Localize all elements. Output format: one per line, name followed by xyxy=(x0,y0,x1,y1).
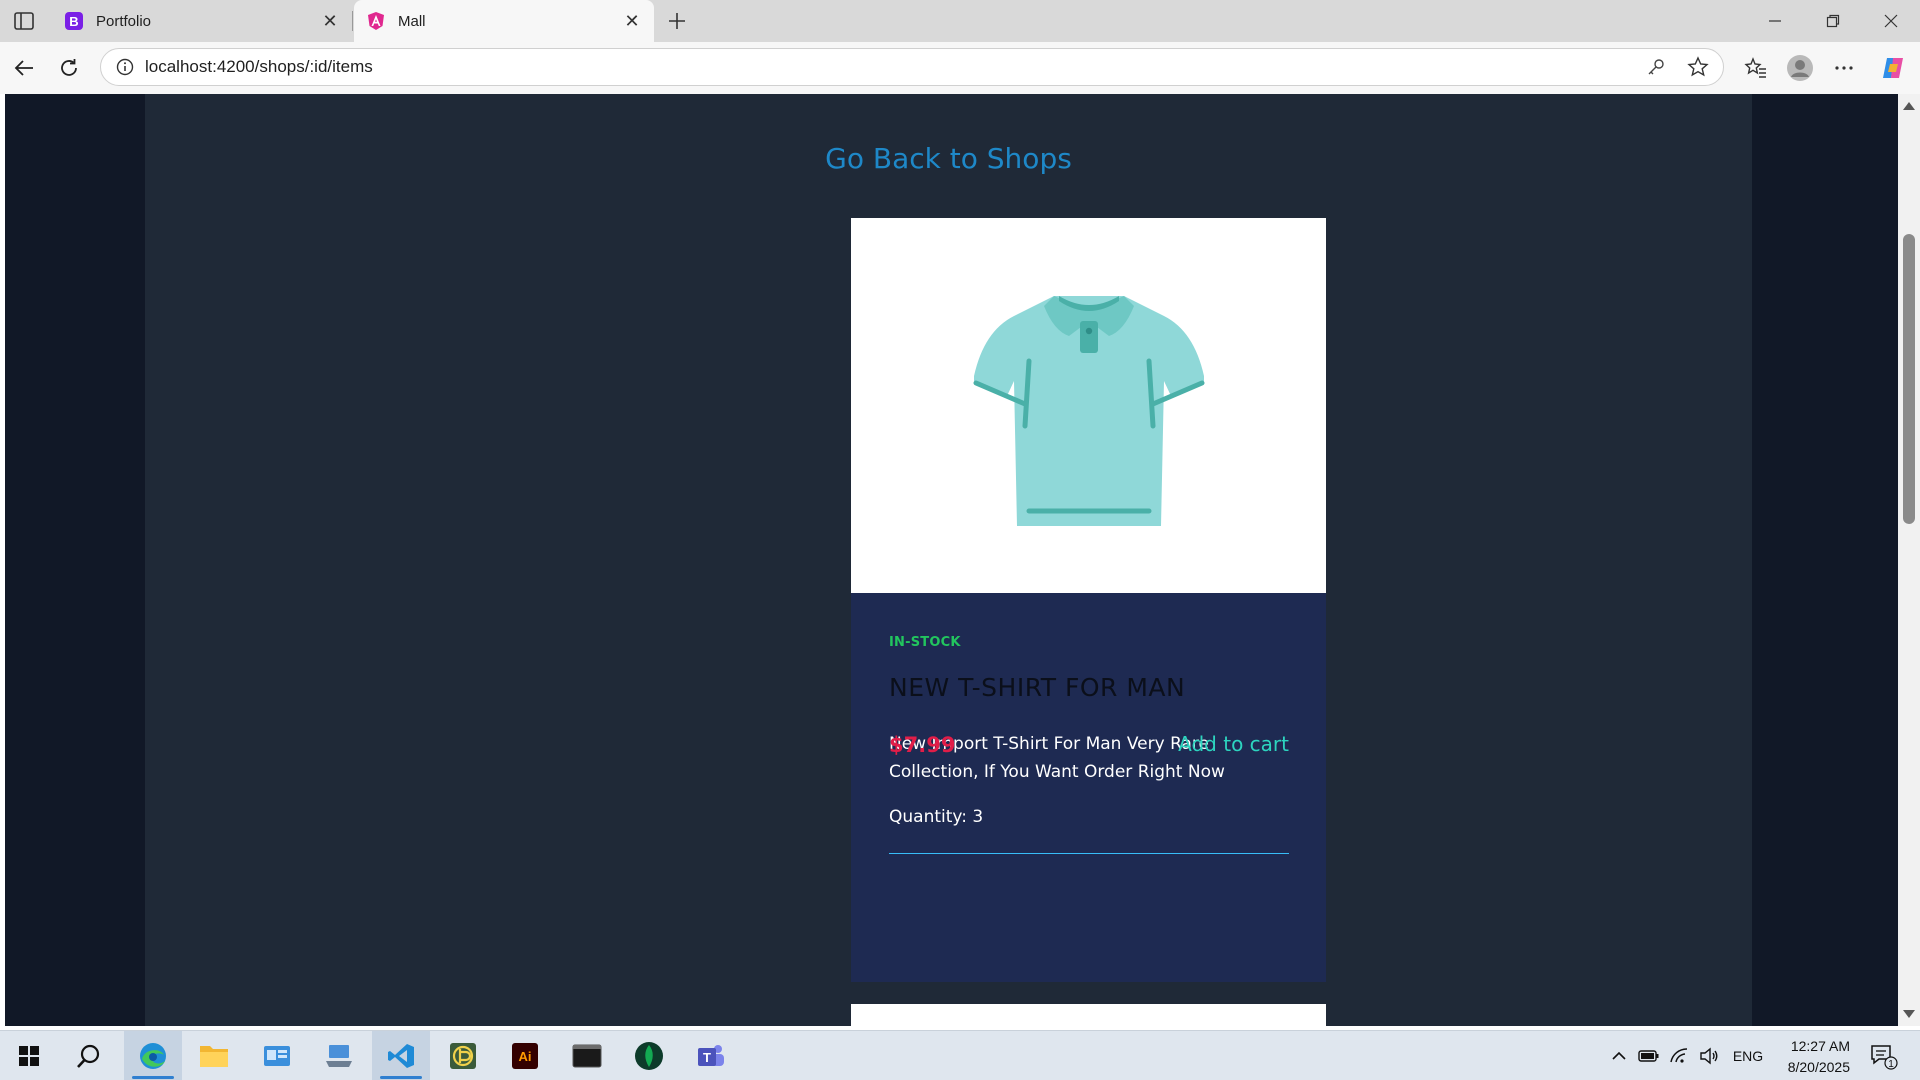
new-tab-icon[interactable] xyxy=(664,8,690,34)
stock-status-badge: IN-STOCK xyxy=(889,635,961,650)
bootstrap-icon: B xyxy=(64,11,84,31)
polo-tshirt-icon xyxy=(973,295,1204,526)
scroll-thumb[interactable] xyxy=(1903,234,1915,524)
add-to-cart-button[interactable]: Add to cart xyxy=(1178,732,1289,756)
browser-toolbar: localhost:4200/shops/:id/items xyxy=(0,42,1920,94)
scroll-down-arrow-icon[interactable] xyxy=(1903,1010,1915,1018)
scroll-up-arrow-icon[interactable] xyxy=(1903,102,1915,110)
minimize-icon[interactable] xyxy=(1746,0,1804,42)
password-key-icon[interactable] xyxy=(1639,50,1673,84)
teams-icon[interactable]: T xyxy=(682,1031,740,1080)
close-window-icon[interactable] xyxy=(1862,0,1920,42)
svg-text:T: T xyxy=(703,1050,711,1065)
volume-icon[interactable] xyxy=(1696,1031,1722,1080)
address-bar[interactable]: localhost:4200/shops/:id/items xyxy=(100,48,1724,86)
vscode-icon[interactable] xyxy=(372,1031,430,1080)
wifi-icon[interactable] xyxy=(1666,1031,1692,1080)
copilot-icon[interactable] xyxy=(1877,52,1909,84)
chevron-up-icon[interactable] xyxy=(1606,1031,1632,1080)
illustrator-icon[interactable]: Ai xyxy=(496,1031,554,1080)
address-url[interactable]: localhost:4200/shops/:id/items xyxy=(145,57,1639,77)
tab-portfolio[interactable]: B Portfolio ✕ xyxy=(52,0,352,42)
start-icon[interactable] xyxy=(0,1031,58,1080)
site-info-icon[interactable] xyxy=(107,49,143,85)
item-quantity: Quantity: 3 xyxy=(889,807,984,827)
item-card: IN-STOCK NEW T-SHIRT FOR MAN New Import … xyxy=(851,218,1326,982)
main-content: Go Back to Shops IN-STOCK NEW T-SHIRT FO… xyxy=(145,94,1752,1026)
next-item-card xyxy=(851,1004,1326,1026)
svg-text:B: B xyxy=(69,14,78,29)
mongodb-icon[interactable] xyxy=(620,1031,678,1080)
close-tab-icon[interactable]: ✕ xyxy=(320,11,340,31)
go-back-link[interactable]: Go Back to Shops xyxy=(145,142,1752,175)
tab-actions-icon[interactable] xyxy=(12,9,36,33)
battery-icon[interactable] xyxy=(1636,1031,1662,1080)
tab-divider xyxy=(352,11,353,31)
more-menu-icon[interactable] xyxy=(1828,52,1860,84)
notification-count: 1 xyxy=(1888,1059,1894,1070)
angular-icon xyxy=(366,11,386,31)
app-icon[interactable] xyxy=(434,1031,492,1080)
close-tab-icon[interactable]: ✕ xyxy=(622,11,642,31)
card-divider xyxy=(889,853,1289,854)
tab-title: Portfolio xyxy=(96,12,152,30)
item-image xyxy=(851,218,1326,593)
browser-tab-bar: B Portfolio ✕ Mall ✕ xyxy=(0,0,1920,42)
system-clock[interactable]: 12:27 AM 8/20/2025 xyxy=(1760,1036,1850,1078)
page-viewport: Go Back to Shops IN-STOCK NEW T-SHIRT FO… xyxy=(5,94,1898,1026)
page-scrollbar[interactable] xyxy=(1898,94,1920,1026)
edge-icon[interactable] xyxy=(124,1031,182,1080)
terminal-icon[interactable] xyxy=(558,1031,616,1080)
illustrator-label: Ai xyxy=(519,1049,532,1064)
clock-date: 8/20/2025 xyxy=(1787,1059,1850,1075)
clock-time: 12:27 AM xyxy=(1790,1038,1850,1054)
item-title: NEW T-SHIRT FOR MAN xyxy=(889,673,1186,702)
refresh-icon[interactable] xyxy=(55,54,83,82)
item-price: $7.99 xyxy=(889,733,956,757)
restore-icon[interactable] xyxy=(1804,0,1862,42)
favorite-star-icon[interactable] xyxy=(1681,50,1715,84)
network-icon[interactable] xyxy=(310,1031,368,1080)
tab-mall[interactable]: Mall ✕ xyxy=(354,0,654,42)
search-icon[interactable] xyxy=(60,1031,118,1080)
favorites-icon[interactable] xyxy=(1740,52,1772,84)
notifications-icon[interactable]: 1 xyxy=(1862,1031,1906,1080)
tab-title: Mall xyxy=(398,12,426,30)
file-explorer-icon[interactable] xyxy=(185,1031,243,1080)
control-panel-icon[interactable] xyxy=(248,1031,306,1080)
profile-avatar-icon[interactable] xyxy=(1784,52,1816,84)
back-icon[interactable] xyxy=(10,54,38,82)
windows-taskbar: Ai T ENG 12:27 AM 8/20/2025 1 xyxy=(0,1030,1920,1080)
